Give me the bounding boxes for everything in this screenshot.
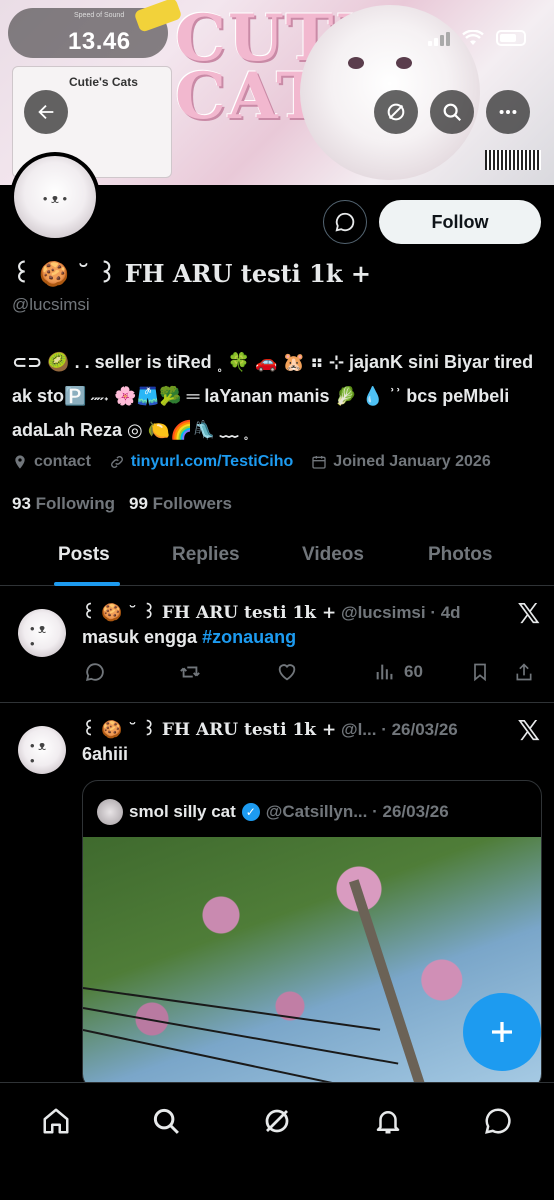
cat-face-icon: • ᴥ • (42, 191, 68, 206)
tab-posts[interactable]: Posts (58, 544, 110, 566)
x-logo-icon: 𝕏 (517, 714, 540, 747)
profile-avatar[interactable]: • ᴥ • (10, 152, 100, 242)
post-avatar[interactable]: • ᴥ • (18, 726, 66, 774)
grok-button[interactable] (374, 90, 418, 134)
active-tab-indicator (54, 582, 120, 586)
status-time: 13.46 (68, 28, 131, 55)
post-avatar[interactable]: • ᴥ • (18, 609, 66, 657)
post-text: masuk engga #zonauang (82, 627, 296, 648)
joined-date: Joined January 2026 (333, 453, 491, 470)
link-icon (110, 456, 123, 468)
post-text: 6ahiii (82, 744, 129, 764)
post-meta: @l... · 26/03/26 (341, 720, 458, 739)
views-count: 60 (404, 662, 423, 681)
search-button[interactable] (430, 90, 474, 134)
verified-badge-icon: ✓ (241, 803, 260, 821)
nav-search[interactable] (146, 1101, 186, 1141)
tab-videos[interactable]: Videos (302, 544, 364, 566)
nav-grok[interactable] (257, 1101, 297, 1141)
post[interactable]: • ᴥ • ꒰ 🍪 ˘ ꒱ FH ARU testi 1k + @lucsims… (0, 587, 554, 703)
tree-trunk (349, 879, 427, 1089)
display-name: ꒰ 🍪 ˘ ꒱ FH ARU testi 1k + (12, 259, 371, 288)
power-line (83, 1007, 399, 1065)
power-line (83, 987, 381, 1031)
views-button[interactable]: 60 (374, 661, 423, 683)
link-text[interactable]: tinyurl.com/TestiCiho (131, 453, 293, 471)
music-widget-label: Speed of Sound (74, 12, 125, 19)
bookmark-icon (474, 663, 486, 682)
calendar-icon (312, 456, 326, 469)
post-meta: @lucsimsi · 4d (341, 603, 461, 622)
repost-button[interactable] (178, 661, 202, 683)
compose-button[interactable] (463, 993, 541, 1071)
quote-avatar (97, 799, 123, 825)
followers-count[interactable]: 99 Followers (129, 494, 232, 514)
grok-icon (265, 1109, 289, 1133)
signal-icon (428, 30, 450, 46)
nav-home[interactable] (36, 1101, 76, 1141)
tab-replies[interactable]: Replies (172, 544, 240, 566)
battery-icon (496, 30, 526, 46)
cat-eye (348, 57, 364, 69)
reply-button[interactable] (84, 661, 106, 683)
post-header: ꒰ 🍪 ˘ ꒱ FH ARU testi 1k + @lucsimsi · 4d (82, 601, 461, 623)
status-icons (428, 30, 526, 46)
profile-bio: ⊂⊃ 🥝 . . seller is tiRed ˳ 🍀 🚗 🐹 ⠶ ⊹ jaj… (12, 352, 534, 440)
follow-counts: 93 Following 99 Followers (12, 494, 232, 514)
post-actions: 60 (82, 661, 542, 689)
message-button[interactable] (323, 200, 367, 244)
contact-label: contact (34, 453, 91, 470)
like-button[interactable] (276, 661, 298, 683)
message-bubble-icon (485, 1108, 511, 1134)
profile-tabs: Posts Replies Videos Photos (0, 530, 554, 586)
views-icon (376, 664, 393, 680)
bookmark-button[interactable] (470, 661, 490, 683)
following-count[interactable]: 93 Following (12, 494, 115, 514)
cat-face-icon: • ᴥ • (30, 621, 47, 651)
post-author-name[interactable]: ꒰ 🍪 ˘ ꒱ FH ARU testi 1k + (82, 603, 336, 623)
post-text-body: masuk engga (82, 627, 198, 647)
nav-notifications[interactable] (368, 1101, 408, 1141)
quote-header: smol silly cat ✓ @Catsillyn... · 26/03/2… (97, 799, 449, 825)
barcode-sticker (485, 150, 541, 170)
share-icon (516, 663, 532, 681)
nav-messages[interactable] (478, 1101, 518, 1141)
repost-icon (180, 666, 200, 678)
home-icon (43, 1108, 69, 1134)
message-bubble-icon (335, 212, 355, 232)
follow-button[interactable]: Follow (379, 200, 541, 244)
reply-icon (86, 663, 104, 681)
grok-icon (387, 103, 405, 121)
location-pin-icon (15, 455, 25, 469)
avatar-image: • ᴥ • (14, 156, 96, 238)
post-hashtag[interactable]: #zonauang (202, 627, 296, 647)
heart-icon (278, 664, 296, 681)
profile-meta: contact tinyurl.com/TestiCiho Joined Jan… (12, 453, 491, 471)
mini-card-title: Cutie's Cats (69, 75, 138, 89)
post-header: ꒰ 🍪 ˘ ꒱ FH ARU testi 1k + @l... · 26/03/… (82, 718, 458, 740)
bottom-nav (0, 1082, 554, 1200)
post-author-name[interactable]: ꒰ 🍪 ˘ ꒱ FH ARU testi 1k + (82, 720, 336, 740)
x-logo-icon: 𝕏 (517, 597, 540, 630)
power-line (83, 1029, 406, 1089)
profile-link[interactable]: tinyurl.com/TestiCiho (109, 453, 293, 471)
share-button[interactable] (514, 661, 534, 683)
quote-author-name: smol silly cat (129, 802, 236, 821)
more-button[interactable] (486, 90, 530, 134)
profile-handle: @lucsimsi (12, 295, 90, 314)
contact-item[interactable]: contact (12, 453, 91, 471)
search-icon (443, 103, 462, 122)
bell-icon (376, 1111, 400, 1134)
search-icon (153, 1108, 179, 1134)
plus-icon (492, 1022, 512, 1042)
back-button[interactable] (24, 90, 68, 134)
more-icon (499, 109, 517, 115)
cat-eye (396, 57, 412, 69)
tab-photos[interactable]: Photos (428, 544, 492, 566)
wifi-icon (462, 30, 484, 45)
quote-meta: @Catsillyn... · 26/03/26 (265, 802, 449, 821)
arrow-left-icon (38, 104, 54, 120)
joined-item: Joined January 2026 (311, 453, 491, 471)
cat-face-icon: • ᴥ • (30, 738, 47, 768)
